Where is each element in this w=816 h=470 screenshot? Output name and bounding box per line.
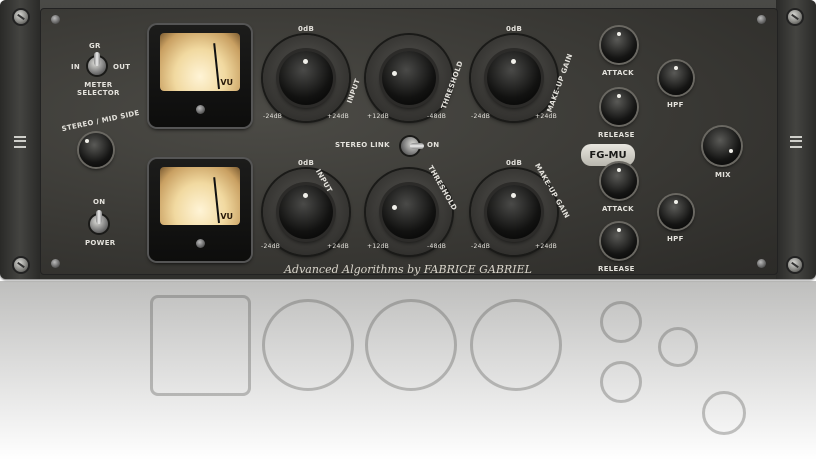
mix-label: MIX bbox=[715, 171, 731, 179]
panel-screw-icon bbox=[51, 15, 60, 24]
credit-text: Advanced Algorithms by FABRICE GABRIEL bbox=[284, 263, 532, 276]
stereo-link-switch[interactable] bbox=[401, 137, 419, 155]
vu-screw-icon bbox=[196, 105, 205, 114]
threshold-knob-top[interactable] bbox=[382, 51, 436, 105]
meter-out-label: OUT bbox=[113, 63, 131, 71]
rack-screw-icon bbox=[14, 10, 28, 24]
rack-screw-icon bbox=[788, 10, 802, 24]
vu-meter-bottom: VU bbox=[149, 159, 251, 261]
makeup-gain-knob-bottom[interactable] bbox=[487, 185, 541, 239]
attack-top-label: ATTACK bbox=[602, 69, 634, 77]
makeup-bottom-max-label: +24dB bbox=[535, 243, 558, 250]
rack-handle-icon bbox=[14, 136, 26, 148]
vu-screw-icon bbox=[196, 239, 205, 248]
reflection-knob bbox=[658, 327, 698, 367]
stereo-mid-side-knob[interactable] bbox=[79, 133, 113, 167]
vu-label: VU bbox=[220, 212, 233, 221]
attack-knob-top[interactable] bbox=[601, 27, 637, 63]
vu-label: VU bbox=[220, 78, 233, 87]
power-switch[interactable] bbox=[90, 210, 108, 233]
rack-handle-icon bbox=[790, 136, 802, 148]
reflection-knob bbox=[262, 299, 354, 391]
input-knob-bottom[interactable] bbox=[279, 185, 333, 239]
threshold-top-max-label: -48dB bbox=[427, 113, 447, 120]
fg-mu-logo: FG-MU bbox=[581, 144, 635, 166]
stereo-mid-side-label: STEREO / MID SIDE bbox=[61, 108, 141, 134]
attack-knob-bottom[interactable] bbox=[601, 163, 637, 199]
vu-meter-top: VU bbox=[149, 25, 251, 127]
stereo-link-label: STEREO LINK bbox=[335, 141, 390, 149]
input-top-max-label: +24dB bbox=[327, 113, 350, 120]
makeup-top-0db-label: 0dB bbox=[506, 25, 523, 33]
makeup-top-min-label: -24dB bbox=[471, 113, 491, 120]
reflection-knob bbox=[470, 299, 562, 391]
power-label: POWER bbox=[85, 239, 116, 247]
threshold-bottom-max-label: -48dB bbox=[427, 243, 447, 250]
release-top-label: RELEASE bbox=[598, 131, 635, 139]
threshold-top-min-label: +12dB bbox=[367, 113, 390, 120]
rack-ear-left bbox=[0, 0, 40, 279]
reflection-knob bbox=[600, 301, 642, 343]
release-knob-bottom[interactable] bbox=[601, 223, 637, 259]
input-knob-top[interactable] bbox=[279, 51, 333, 105]
release-knob-top[interactable] bbox=[601, 89, 637, 125]
rack-ear-right bbox=[776, 0, 816, 279]
mix-knob[interactable] bbox=[703, 127, 741, 165]
input-top-0db-label: 0dB bbox=[298, 25, 315, 33]
power-on-label: ON bbox=[93, 198, 106, 206]
panel-reflection bbox=[0, 281, 816, 470]
input-bottom-max-label: +24dB bbox=[327, 243, 350, 250]
input-bottom-min-label: -24dB bbox=[261, 243, 281, 250]
threshold-knob-bottom[interactable] bbox=[382, 185, 436, 239]
panel-screw-icon bbox=[757, 15, 766, 24]
attack-bottom-label: ATTACK bbox=[602, 205, 634, 213]
hpf-knob-top[interactable] bbox=[659, 61, 693, 95]
input-top-min-label: -24dB bbox=[263, 113, 283, 120]
meter-selector-label: METER SELECTOR bbox=[77, 81, 120, 97]
input-bottom-0db-label: 0dB bbox=[298, 159, 315, 167]
hpf-bottom-label: HPF bbox=[667, 235, 684, 243]
hpf-knob-bottom[interactable] bbox=[659, 195, 693, 229]
reflection-vu bbox=[150, 295, 251, 396]
makeup-bottom-0db-label: 0dB bbox=[506, 159, 523, 167]
stereo-link-on-label: ON bbox=[427, 141, 440, 149]
reflection-knob bbox=[702, 391, 746, 435]
hpf-top-label: HPF bbox=[667, 101, 684, 109]
meter-in-label: IN bbox=[71, 63, 81, 71]
makeup-top-max-label: +24dB bbox=[535, 113, 558, 120]
makeup-bottom-min-label: -24dB bbox=[471, 243, 491, 250]
plugin-rack: GR IN OUT METER SELECTOR STEREO / MID SI… bbox=[0, 0, 816, 279]
makeup-gain-knob-top[interactable] bbox=[487, 51, 541, 105]
reflection-knob bbox=[365, 299, 457, 391]
threshold-bottom-min-label: +12dB bbox=[367, 243, 390, 250]
front-panel: GR IN OUT METER SELECTOR STEREO / MID SI… bbox=[40, 8, 778, 275]
meter-gr-label: GR bbox=[89, 42, 101, 50]
reflection-knob bbox=[600, 361, 642, 403]
meter-selector-switch[interactable] bbox=[88, 52, 106, 75]
